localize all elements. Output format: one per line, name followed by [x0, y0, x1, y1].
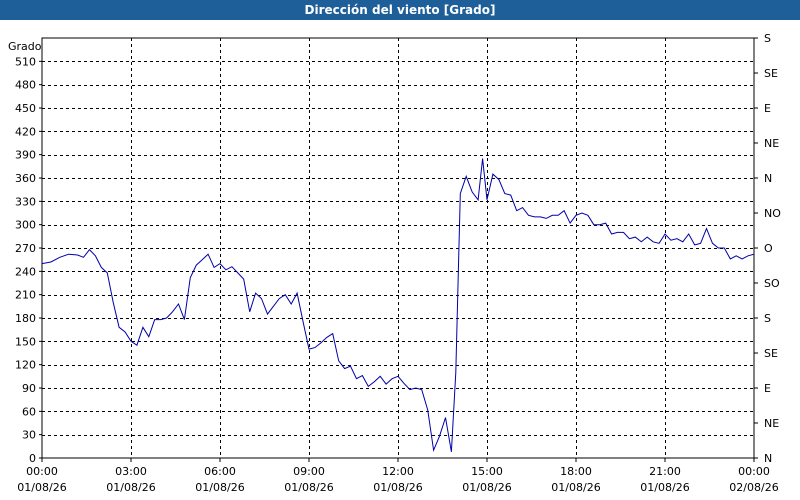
- wind-direction-chart: 0 30 60 90 120 150 180 210 240 270 300 330 360 390 420…: [8, 32, 781, 494]
- x-tick-date: 02/08/26: [729, 481, 778, 494]
- compass-tick-label: E: [764, 102, 771, 115]
- compass-tick-label: SE: [764, 347, 778, 360]
- x-tick-date: 01/08/26: [106, 481, 155, 494]
- compass-tick-label: NO: [764, 207, 781, 220]
- y-tick-label: 330: [15, 195, 36, 208]
- x-tick-time: 00:00: [26, 465, 58, 478]
- x-tick-date: 01/08/26: [195, 481, 244, 494]
- compass-tick-label: E: [764, 382, 771, 395]
- y-tick-label: 0: [29, 452, 36, 465]
- y-tick-label: 240: [15, 265, 36, 278]
- compass-tick-label: S: [764, 312, 771, 325]
- x-tick-time: 18:00: [560, 465, 592, 478]
- y-tick-label: 180: [15, 312, 36, 325]
- x-tick-time: 21:00: [649, 465, 681, 478]
- x-tick-date: 01/08/26: [17, 481, 66, 494]
- x-tick-date: 01/08/26: [640, 481, 689, 494]
- x-tick-time: 00:00: [738, 465, 770, 478]
- x-tick-time: 15:00: [471, 465, 503, 478]
- x-tick-time: 12:00: [382, 465, 414, 478]
- compass-tick-label: NE: [764, 137, 779, 150]
- y-tick-label: 510: [15, 55, 36, 68]
- compass-tick-label: SO: [764, 277, 780, 290]
- y-tick-label: 60: [22, 405, 36, 418]
- x-tick-date: 01/08/26: [373, 481, 422, 494]
- y-tick-label: 150: [15, 335, 36, 348]
- compass-tick-label: SE: [764, 67, 778, 80]
- x-tick-time: 09:00: [293, 465, 325, 478]
- chart-title: Dirección del viento [Grado]: [0, 0, 800, 20]
- y-tick-label: 480: [15, 79, 36, 92]
- x-tick-date: 01/08/26: [284, 481, 333, 494]
- y-tick-label: 30: [22, 429, 36, 442]
- y-tick-label: 210: [15, 289, 36, 302]
- compass-tick-label: N: [764, 452, 772, 465]
- y-tick-label: 120: [15, 359, 36, 372]
- x-tick-date: 01/08/26: [551, 481, 600, 494]
- x-tick-date: 01/08/26: [462, 481, 511, 494]
- y-tick-label: 420: [15, 125, 36, 138]
- x-tick-time: 06:00: [204, 465, 236, 478]
- y-tick-label: 360: [15, 172, 36, 185]
- x-tick-time: 03:00: [115, 465, 147, 478]
- y-tick-label: 450: [15, 102, 36, 115]
- y-tick-label: 270: [15, 242, 36, 255]
- y-tick-label: 90: [22, 382, 36, 395]
- compass-tick-label: O: [764, 242, 773, 255]
- y-tick-label: 300: [15, 219, 36, 232]
- right-tick-labels: N NE E SE S SO O NO N NE E SE S: [754, 32, 781, 465]
- chart-window: Dirección del viento [Grado] 0 30 60 90 120 1…: [0, 0, 800, 500]
- left-tick-labels: 0 30 60 90 120 150 180 210 240 270 300 330 360 390 420…: [15, 55, 42, 465]
- compass-tick-label: S: [764, 32, 771, 45]
- compass-tick-label: NE: [764, 417, 779, 430]
- compass-tick-label: N: [764, 172, 772, 185]
- y-tick-label: 390: [15, 149, 36, 162]
- y-axis-label: Grado: [8, 40, 42, 53]
- x-tick-labels: 00:00 01/08/26 03:00 01/08/26 06:00 01/08/26 0…: [17, 458, 779, 494]
